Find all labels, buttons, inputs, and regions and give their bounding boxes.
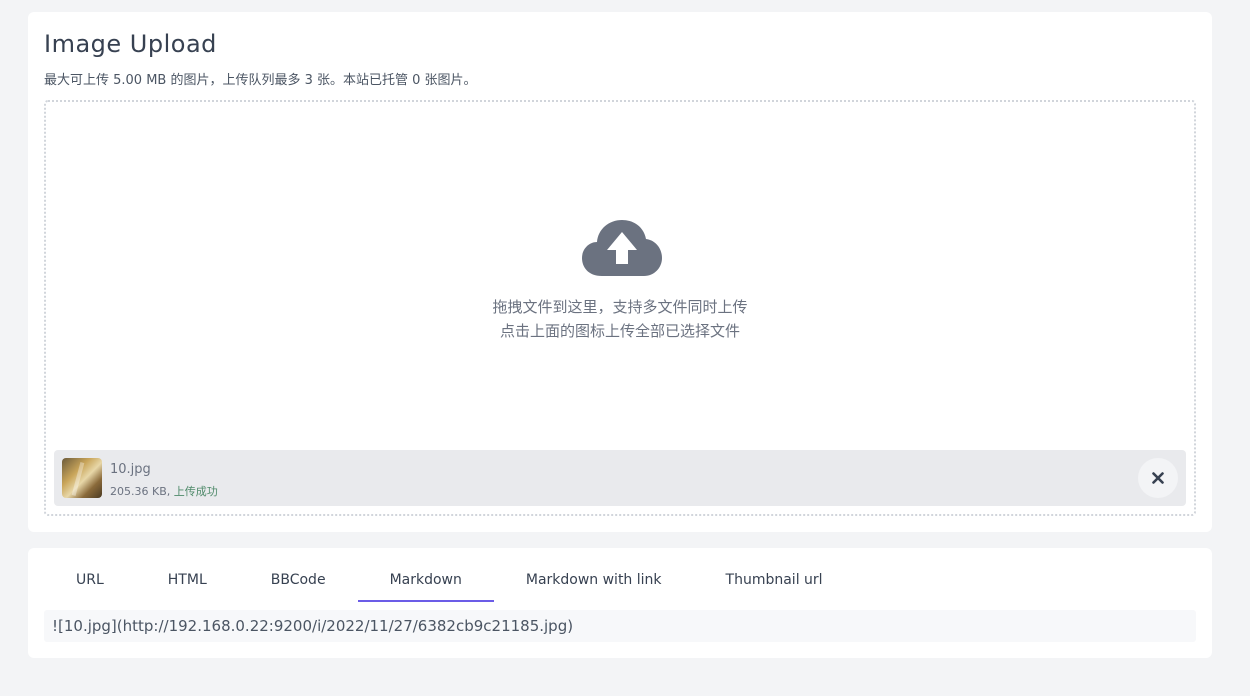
file-item: 10.jpg 205.36 KB, 上传成功 [54, 450, 1186, 506]
file-name: 10.jpg [110, 462, 151, 477]
close-icon [1152, 472, 1164, 484]
link-output[interactable]: ![10.jpg](http://192.168.0.22:9200/i/202… [44, 610, 1196, 642]
file-status: 上传成功 [173, 485, 218, 498]
upload-card: Image Upload 最大可上传 5.00 MB 的图片，上传队列最多 3 … [28, 12, 1212, 532]
tab-url[interactable]: URL [44, 558, 136, 602]
file-meta: 205.36 KB, 上传成功 [110, 483, 218, 499]
file-thumbnail [62, 458, 102, 498]
page-title: Image Upload [44, 30, 217, 58]
remove-file-button[interactable] [1138, 458, 1178, 498]
file-size: 205.36 KB, [110, 485, 174, 498]
tab-markdown[interactable]: Markdown [357, 558, 495, 602]
tab-bbcode[interactable]: BBCode [239, 558, 358, 602]
result-card: URL HTML BBCode Markdown Markdown with l… [28, 548, 1212, 658]
tab-markdown-with-link[interactable]: Markdown with link [494, 558, 694, 602]
dropzone[interactable]: 拖拽文件到这里，支持多文件同时上传 点击上面的图标上传全部已选择文件 10.jp… [44, 100, 1196, 516]
upload-limits-text: 最大可上传 5.00 MB 的图片，上传队列最多 3 张。本站已托管 0 张图片… [44, 73, 477, 88]
format-tabs: URL HTML BBCode Markdown Markdown with l… [44, 558, 855, 602]
cloud-upload-icon[interactable] [582, 218, 662, 278]
drop-instruction: 拖拽文件到这里，支持多文件同时上传 [492, 298, 748, 316]
tab-thumbnail-url[interactable]: Thumbnail url [694, 558, 855, 602]
tab-html[interactable]: HTML [136, 558, 239, 602]
upload-instruction: 点击上面的图标上传全部已选择文件 [499, 322, 740, 340]
